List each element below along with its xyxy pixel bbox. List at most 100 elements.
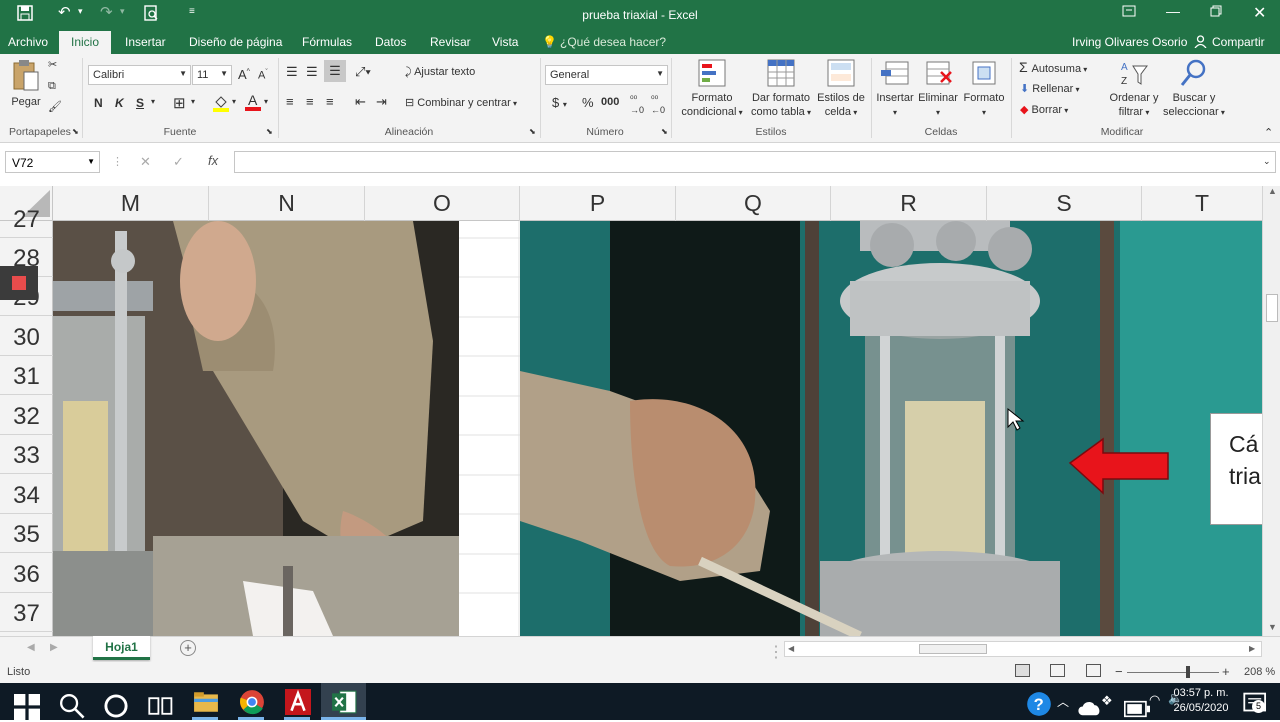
cell-styles-button[interactable]: Estilos de celda ▾ bbox=[814, 58, 868, 120]
borders-icon[interactable]: ⊞ bbox=[173, 94, 186, 112]
decrease-indent-icon[interactable]: ⇤ bbox=[355, 94, 366, 110]
windows-start-icon[interactable] bbox=[14, 694, 40, 720]
shrink-font-icon[interactable]: Aˇ bbox=[258, 69, 268, 82]
insert-cells-button[interactable]: Insertar ▾ bbox=[874, 58, 916, 120]
row-header[interactable]: 35 bbox=[0, 514, 53, 554]
format-painter-icon[interactable]: 🖌 bbox=[48, 100, 62, 113]
bold-button[interactable]: N bbox=[94, 96, 103, 110]
zoom-slider-thumb[interactable] bbox=[1186, 666, 1190, 678]
borders-dropdown-icon[interactable]: ▾ bbox=[191, 97, 195, 106]
column-header-n[interactable]: N bbox=[209, 186, 365, 221]
file-explorer-icon[interactable] bbox=[193, 689, 219, 715]
clear-button[interactable]: ◆ Borrar ▾ bbox=[1020, 103, 1068, 116]
launcher-icon[interactable]: ⬊ bbox=[72, 127, 79, 136]
align-center-icon[interactable]: ≡ bbox=[306, 94, 314, 109]
taskbar-clock[interactable]: 03:57 p. m. 26/05/2020 bbox=[1171, 686, 1231, 716]
underline-button[interactable]: S bbox=[136, 96, 144, 110]
photo-triaxial-left[interactable] bbox=[53, 221, 459, 636]
row-header[interactable]: 37 bbox=[0, 593, 53, 633]
column-header-o[interactable]: O bbox=[365, 186, 520, 221]
normal-view-icon[interactable] bbox=[1015, 664, 1030, 677]
wifi-icon[interactable]: ◠ bbox=[1149, 692, 1160, 708]
photo-triaxial-right[interactable] bbox=[520, 221, 1262, 636]
vertical-scroll-thumb[interactable] bbox=[1266, 294, 1278, 322]
tab-archivo[interactable]: Archivo bbox=[8, 35, 48, 49]
increase-decimal-icon[interactable]: ⁰⁰ →0 bbox=[630, 94, 644, 115]
zoom-slider[interactable] bbox=[1127, 672, 1219, 673]
font-name-combo[interactable]: Calibri ▼ bbox=[88, 65, 191, 85]
share-button[interactable]: Compartir bbox=[1212, 35, 1265, 49]
scroll-up-icon[interactable]: ▲ bbox=[1268, 186, 1277, 196]
font-color-dropdown-icon[interactable]: ▾ bbox=[264, 97, 268, 106]
row-header[interactable]: 30 bbox=[0, 317, 53, 357]
align-top-icon[interactable]: ☰ bbox=[286, 64, 298, 80]
column-header-m[interactable]: M bbox=[53, 186, 209, 221]
number-format-combo[interactable]: General ▼ bbox=[545, 65, 668, 85]
enter-icon[interactable]: ✓ bbox=[173, 154, 184, 170]
comma-style-icon[interactable]: 000 bbox=[601, 96, 619, 108]
horizontal-scrollbar[interactable]: ◀ ▶ bbox=[784, 641, 1262, 657]
column-header-r[interactable]: R bbox=[831, 186, 987, 221]
decrease-decimal-icon[interactable]: ⁰⁰ ←0 bbox=[651, 94, 665, 115]
task-view-icon[interactable] bbox=[148, 693, 174, 719]
worksheet-grid[interactable]: Cá tria bbox=[53, 221, 1262, 636]
tab-formulas[interactable]: Fórmulas bbox=[302, 35, 352, 49]
percent-icon[interactable]: % bbox=[582, 95, 594, 110]
copy-icon[interactable]: ⧉ bbox=[48, 80, 56, 93]
cortana-icon[interactable] bbox=[103, 693, 129, 719]
search-icon[interactable] bbox=[59, 693, 85, 719]
align-middle-icon[interactable]: ☰ bbox=[306, 64, 318, 80]
ribbon-display-icon[interactable] bbox=[1122, 4, 1136, 20]
row-header[interactable]: 32 bbox=[0, 396, 53, 436]
delete-cells-button[interactable]: Eliminar ▾ bbox=[916, 58, 960, 120]
minimize-icon[interactable]: — bbox=[1166, 3, 1180, 19]
show-hidden-icons-icon[interactable]: ︿ bbox=[1057, 693, 1069, 710]
user-name[interactable]: Irving Olivares Osorio bbox=[1072, 35, 1187, 49]
callout-text-box[interactable]: Cá tria bbox=[1210, 413, 1262, 525]
tab-revisar[interactable]: Revisar bbox=[430, 35, 471, 49]
find-select-button[interactable]: Buscar y seleccionar ▾ bbox=[1162, 58, 1226, 120]
scroll-right-icon[interactable]: ▶ bbox=[1249, 644, 1255, 653]
tab-vista[interactable]: Vista bbox=[492, 35, 518, 49]
fill-dropdown-icon[interactable]: ▾ bbox=[232, 97, 236, 106]
insert-function-icon[interactable]: fx bbox=[208, 153, 218, 168]
tab-insertar[interactable]: Insertar bbox=[125, 35, 166, 49]
column-header-t[interactable]: T bbox=[1142, 186, 1262, 221]
row-header[interactable]: 27 bbox=[0, 199, 53, 239]
expand-formula-icon[interactable]: ⌄ bbox=[1263, 156, 1271, 167]
restore-icon[interactable] bbox=[1210, 4, 1222, 20]
sheet-tab-hoja1[interactable]: Hoja1 bbox=[93, 636, 150, 660]
recording-stop-button[interactable] bbox=[0, 266, 38, 300]
align-left-icon[interactable]: ≡ bbox=[286, 94, 294, 109]
launcher-icon[interactable]: ⬊ bbox=[529, 127, 536, 136]
row-header[interactable]: 36 bbox=[0, 554, 53, 594]
onedrive-icon[interactable] bbox=[1077, 695, 1103, 721]
prev-sheet-icon[interactable]: ◀ bbox=[27, 642, 35, 653]
row-header[interactable]: 31 bbox=[0, 356, 53, 396]
launcher-icon[interactable]: ⬊ bbox=[266, 127, 273, 136]
fill-color-icon[interactable] bbox=[213, 94, 229, 115]
scroll-left-icon[interactable]: ◀ bbox=[788, 644, 794, 653]
font-size-combo[interactable]: 11 ▼ bbox=[192, 65, 232, 85]
battery-icon[interactable] bbox=[1124, 696, 1150, 722]
format-cells-button[interactable]: Formato ▾ bbox=[960, 58, 1008, 120]
conditional-format-button[interactable]: Formato condicional ▾ bbox=[676, 58, 748, 120]
close-icon[interactable]: ✕ bbox=[1253, 3, 1266, 23]
cancel-icon[interactable]: ✕ bbox=[140, 154, 151, 170]
fill-button[interactable]: ⬇ Rellenar ▾ bbox=[1020, 82, 1080, 95]
format-as-table-button[interactable]: Dar formato como tabla ▾ bbox=[748, 58, 814, 120]
chrome-icon[interactable] bbox=[239, 689, 265, 715]
zoom-level[interactable]: 208 % bbox=[1244, 666, 1275, 678]
align-bottom-icon[interactable]: ☰ bbox=[324, 60, 346, 82]
currency-icon[interactable]: $ ▾ bbox=[552, 95, 567, 110]
dropbox-icon[interactable]: ❖ bbox=[1101, 693, 1113, 709]
orientation-icon[interactable]: ⤢▾ bbox=[355, 64, 371, 80]
scroll-down-icon[interactable]: ▼ bbox=[1268, 622, 1277, 632]
cut-icon[interactable]: ✂ bbox=[48, 58, 57, 71]
add-sheet-icon[interactable]: + bbox=[180, 640, 196, 656]
merge-center-button[interactable]: ⊟ Combinar y centrar ▾ bbox=[405, 96, 517, 109]
horizontal-scroll-thumb[interactable] bbox=[919, 644, 987, 654]
tab-diseno-pagina[interactable]: Diseño de página bbox=[189, 35, 282, 49]
wrap-text-button[interactable]: ⤸ Ajustar texto bbox=[405, 66, 475, 79]
row-header[interactable]: 33 bbox=[0, 435, 53, 475]
